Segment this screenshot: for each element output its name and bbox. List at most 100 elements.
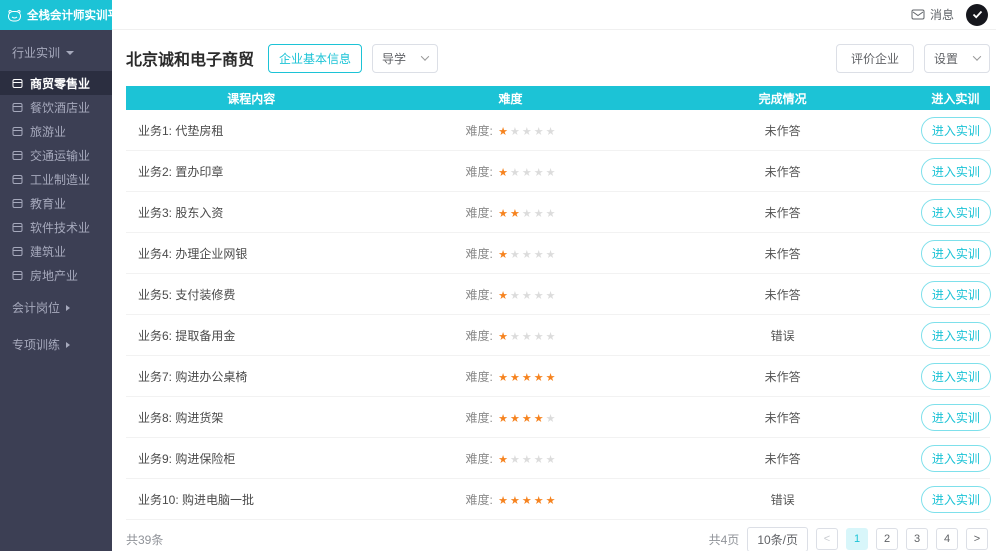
star-empty-icon: ★ xyxy=(546,331,556,343)
star-empty-icon: ★ xyxy=(546,249,556,261)
chevron-down-icon xyxy=(973,52,981,60)
column-header-difficulty: 难度 xyxy=(377,90,645,107)
status-text: 未作答 xyxy=(644,122,920,139)
sidebar-item-label: 软件技术业 xyxy=(30,219,90,236)
difficulty-cell: 难度: ★★★★★ xyxy=(377,163,645,180)
table-row: 业务2: 置办印章 难度: ★★★★★ 未作答 进入实训 xyxy=(126,151,990,192)
star-filled-icon: ★ xyxy=(522,372,532,384)
sidebar-link-label: 专项训练 xyxy=(12,336,60,353)
prev-page-button[interactable]: < xyxy=(816,528,838,550)
table-footer: 共39条 共4页 10条/页 < 1234 > xyxy=(126,520,990,551)
table-row: 业务3: 股东入资 难度: ★★★★★ 未作答 进入实训 xyxy=(126,192,990,233)
star-filled-icon: ★ xyxy=(546,495,556,507)
star-filled-icon: ★ xyxy=(534,372,544,384)
star-empty-icon: ★ xyxy=(510,454,520,466)
user-avatar[interactable] xyxy=(966,4,988,26)
course-name: 业务8: 购进货架 xyxy=(126,409,377,426)
sidebar-item-tourism[interactable]: 旅游业 xyxy=(0,119,112,143)
difficulty-cell: 难度: ★★★★★ xyxy=(377,204,645,221)
sidebar-item-accounting-posts[interactable]: 会计岗位 xyxy=(0,287,112,318)
status-text: 未作答 xyxy=(644,450,920,467)
sidebar-item-label: 旅游业 xyxy=(30,123,66,140)
sidebar-item-restaurant-hotel[interactable]: 餐饮酒店业 xyxy=(0,95,112,119)
star-filled-icon: ★ xyxy=(510,413,520,425)
star-filled-icon: ★ xyxy=(510,372,520,384)
difficulty-cell: 难度: ★★★★★ xyxy=(377,245,645,262)
star-empty-icon: ★ xyxy=(510,331,520,343)
enter-training-button[interactable]: 进入实训 xyxy=(921,486,991,513)
page-button-1[interactable]: 1 xyxy=(846,528,868,550)
status-text: 未作答 xyxy=(644,368,920,385)
settings-dropdown[interactable]: 设置 xyxy=(924,44,990,73)
chevron-right-icon xyxy=(66,342,70,348)
next-page-button[interactable]: > xyxy=(966,528,988,550)
sidebar: 全栈会计师实训平台 行业实训 商贸零售业 餐饮酒店业 旅游业 xyxy=(0,0,112,551)
sidebar-item-manufacturing[interactable]: 工业制造业 xyxy=(0,167,112,191)
enter-training-button[interactable]: 进入实训 xyxy=(921,281,991,308)
sidebar-item-special-training[interactable]: 专项训练 xyxy=(0,318,112,355)
course-name: 业务9: 购进保险柜 xyxy=(126,450,377,467)
star-filled-icon: ★ xyxy=(498,495,508,507)
retail-icon xyxy=(12,78,23,89)
messages-button[interactable]: 消息 xyxy=(911,6,954,23)
star-filled-icon: ★ xyxy=(498,331,508,343)
table-row: 业务7: 购进办公桌椅 难度: ★★★★★ 未作答 进入实训 xyxy=(126,356,990,397)
settings-dropdown-label: 设置 xyxy=(934,50,958,67)
sidebar-item-education[interactable]: 教育业 xyxy=(0,191,112,215)
enter-training-button[interactable]: 进入实训 xyxy=(921,240,991,267)
page-button-2[interactable]: 2 xyxy=(876,528,898,550)
star-empty-icon: ★ xyxy=(522,454,532,466)
star-empty-icon: ★ xyxy=(510,290,520,302)
enter-training-button[interactable]: 进入实训 xyxy=(921,363,991,390)
enter-training-button[interactable]: 进入实训 xyxy=(921,158,991,185)
table-row: 业务8: 购进货架 难度: ★★★★★ 未作答 进入实训 xyxy=(126,397,990,438)
star-empty-icon: ★ xyxy=(546,413,556,425)
enter-training-button[interactable]: 进入实训 xyxy=(921,404,991,431)
star-filled-icon: ★ xyxy=(498,167,508,179)
guide-dropdown[interactable]: 导学 xyxy=(372,44,438,73)
star-empty-icon: ★ xyxy=(534,249,544,261)
sidebar-item-retail[interactable]: 商贸零售业 xyxy=(0,71,112,95)
star-empty-icon: ★ xyxy=(510,167,520,179)
difficulty-cell: 难度: ★★★★★ xyxy=(377,286,645,303)
star-filled-icon: ★ xyxy=(510,495,520,507)
sidebar-item-label: 房地产业 xyxy=(30,267,78,284)
course-name: 业务4: 办理企业网银 xyxy=(126,245,377,262)
restaurant-hotel-icon xyxy=(12,102,23,113)
star-empty-icon: ★ xyxy=(534,454,544,466)
difficulty-cell: 难度: ★★★★★ xyxy=(377,122,645,139)
app-window: 全栈会计师实训平台 行业实训 商贸零售业 餐饮酒店业 旅游业 xyxy=(0,0,996,551)
manufacturing-icon xyxy=(12,174,23,185)
star-empty-icon: ★ xyxy=(534,208,544,220)
course-name: 业务3: 股东入资 xyxy=(126,204,377,221)
sidebar-item-construction[interactable]: 建筑业 xyxy=(0,239,112,263)
column-header-status: 完成情况 xyxy=(644,90,920,107)
table-row: 业务10: 购进电脑一批 难度: ★★★★★ 错误 进入实训 xyxy=(126,479,990,520)
table-row: 业务5: 支付装修费 难度: ★★★★★ 未作答 进入实训 xyxy=(126,274,990,315)
star-filled-icon: ★ xyxy=(498,249,508,261)
enter-training-button[interactable]: 进入实训 xyxy=(921,322,991,349)
page-size-select[interactable]: 10条/页 xyxy=(747,527,808,551)
enter-training-button[interactable]: 进入实训 xyxy=(921,445,991,472)
sidebar-item-transport[interactable]: 交通运输业 xyxy=(0,143,112,167)
enter-training-button[interactable]: 进入实训 xyxy=(921,117,991,144)
column-header-action: 进入实训 xyxy=(921,90,990,107)
sidebar-item-software[interactable]: 软件技术业 xyxy=(0,215,112,239)
page-button-3[interactable]: 3 xyxy=(906,528,928,550)
page-button-4[interactable]: 4 xyxy=(936,528,958,550)
star-empty-icon: ★ xyxy=(534,331,544,343)
sidebar-item-real-estate[interactable]: 房地产业 xyxy=(0,263,112,287)
table-row: 业务1: 代垫房租 难度: ★★★★★ 未作答 进入实训 xyxy=(126,110,990,151)
star-empty-icon: ★ xyxy=(522,331,532,343)
status-text: 未作答 xyxy=(644,245,920,262)
tourism-icon xyxy=(12,126,23,137)
sidebar-item-label: 工业制造业 xyxy=(30,171,90,188)
sidebar-item-label: 商贸零售业 xyxy=(30,75,90,92)
column-header-course: 课程内容 xyxy=(126,90,377,107)
evaluate-company-button[interactable]: 评价企业 xyxy=(836,44,914,73)
sidebar-section-industry-training[interactable]: 行业实训 xyxy=(0,30,112,71)
enter-training-button[interactable]: 进入实训 xyxy=(921,199,991,226)
star-filled-icon: ★ xyxy=(498,290,508,302)
company-info-button[interactable]: 企业基本信息 xyxy=(268,44,362,73)
sidebar-section-label: 行业实训 xyxy=(12,44,60,61)
